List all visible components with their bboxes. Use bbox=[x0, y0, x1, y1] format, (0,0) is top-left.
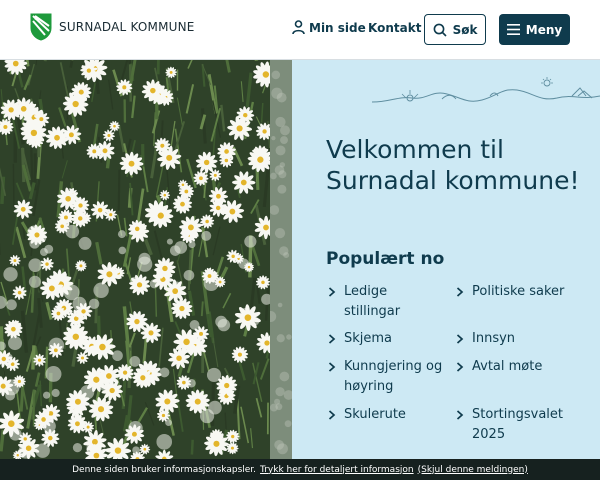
search-icon bbox=[433, 23, 447, 37]
link-skulerute[interactable]: Skulerute bbox=[328, 405, 438, 425]
menu-button[interactable]: Meny bbox=[499, 14, 570, 45]
hero-photo-edge bbox=[270, 60, 292, 460]
link-stortingsvalet-2025[interactable]: Stortingsvalet 2025 bbox=[456, 405, 576, 445]
chevron-right-icon bbox=[456, 287, 464, 297]
cookie-dismiss-link[interactable]: (Skjul denne meldingen) bbox=[418, 465, 528, 475]
min-side-link[interactable]: Min side bbox=[292, 20, 366, 35]
welcome-panel: Velkommen til Surnadal kommune! Populært… bbox=[292, 60, 600, 460]
link-label: Skulerute bbox=[344, 407, 406, 422]
menu-label: Meny bbox=[525, 22, 563, 37]
chevron-right-icon bbox=[328, 410, 336, 420]
hero-photo-daisies bbox=[0, 60, 270, 460]
link-kunngjering-og-hoyring[interactable]: Kunngjering og høyring bbox=[328, 357, 444, 397]
home-logo-link[interactable]: SURNADAL KOMMUNE bbox=[30, 13, 195, 41]
coat-of-arms-logo bbox=[30, 13, 52, 41]
welcome-heading: Velkommen til Surnadal kommune! bbox=[326, 135, 580, 195]
chevron-right-icon bbox=[456, 362, 464, 372]
chevron-right-icon bbox=[328, 334, 336, 344]
link-innsyn[interactable]: Innsyn bbox=[456, 329, 596, 349]
popular-heading: Populært no bbox=[326, 249, 445, 269]
link-label: Politiske saker bbox=[472, 284, 565, 299]
cookie-details-link[interactable]: Trykk her for detaljert informasjon bbox=[260, 465, 414, 475]
link-skjema[interactable]: Skjema bbox=[328, 329, 438, 349]
hamburger-icon bbox=[506, 24, 520, 35]
link-label: Innsyn bbox=[472, 331, 516, 346]
link-ledige-stillingar[interactable]: Ledige stillingar bbox=[328, 282, 438, 322]
chevron-right-icon bbox=[456, 410, 464, 420]
chevron-right-icon bbox=[328, 362, 336, 372]
chevron-right-icon bbox=[456, 334, 464, 344]
link-avtal-mote[interactable]: Avtal møte bbox=[456, 357, 596, 377]
cookie-banner: Denne siden bruker informasjonskapsler. … bbox=[0, 459, 600, 480]
search-button[interactable]: Søk bbox=[424, 14, 486, 45]
chevron-right-icon bbox=[328, 287, 336, 297]
link-label: Stortingsvalet 2025 bbox=[472, 407, 563, 442]
logo-text: SURNADAL KOMMUNE bbox=[59, 20, 195, 34]
cookie-text: Denne siden bruker informasjonskapsler. bbox=[72, 464, 257, 475]
min-side-label: Min side bbox=[309, 20, 366, 35]
kontakt-link[interactable]: Kontakt bbox=[368, 21, 421, 35]
search-label: Søk bbox=[452, 22, 478, 37]
link-label: Kunngjering og høyring bbox=[344, 359, 443, 394]
site-header: SURNADAL KOMMUNE Min side Kontakt Søk Me… bbox=[0, 0, 600, 60]
link-label: Avtal møte bbox=[472, 359, 543, 374]
person-icon bbox=[292, 20, 305, 35]
link-label: Ledige stillingar bbox=[344, 284, 401, 319]
decorative-landscape-line bbox=[372, 77, 600, 103]
link-politiske-saker[interactable]: Politiske saker bbox=[456, 282, 596, 302]
link-label: Skjema bbox=[344, 331, 393, 346]
